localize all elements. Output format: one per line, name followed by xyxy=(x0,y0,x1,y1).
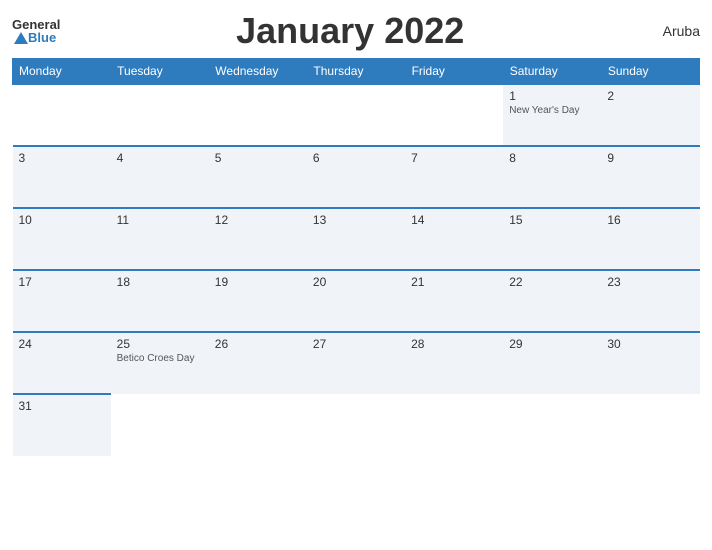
day-cell xyxy=(111,394,209,456)
day-cell: 12 xyxy=(209,208,307,270)
day-number: 30 xyxy=(607,337,693,351)
day-number: 22 xyxy=(509,275,595,289)
col-sunday: Sunday xyxy=(601,59,699,85)
day-cell xyxy=(405,394,503,456)
week-row-5: 31 xyxy=(13,394,700,456)
day-number: 3 xyxy=(19,151,105,165)
day-cell: 7 xyxy=(405,146,503,208)
day-number: 20 xyxy=(313,275,399,289)
day-cell: 13 xyxy=(307,208,405,270)
day-cell: 3 xyxy=(13,146,111,208)
week-row-1: 3456789 xyxy=(13,146,700,208)
day-number: 11 xyxy=(117,213,203,227)
day-cell xyxy=(209,84,307,146)
day-number: 27 xyxy=(313,337,399,351)
calendar-title: January 2022 xyxy=(60,10,640,52)
day-number: 26 xyxy=(215,337,301,351)
day-cell: 31 xyxy=(13,394,111,456)
day-cell: 16 xyxy=(601,208,699,270)
col-saturday: Saturday xyxy=(503,59,601,85)
day-number: 5 xyxy=(215,151,301,165)
holiday-label: New Year's Day xyxy=(509,105,595,116)
day-cell: 23 xyxy=(601,270,699,332)
day-cell: 19 xyxy=(209,270,307,332)
day-cell xyxy=(601,394,699,456)
day-number: 12 xyxy=(215,213,301,227)
day-cell: 9 xyxy=(601,146,699,208)
day-cell: 28 xyxy=(405,332,503,394)
day-number: 10 xyxy=(19,213,105,227)
day-cell: 6 xyxy=(307,146,405,208)
day-cell: 1 New Year's Day xyxy=(503,84,601,146)
day-cell xyxy=(209,394,307,456)
day-number: 21 xyxy=(411,275,497,289)
day-number: 31 xyxy=(19,399,105,413)
day-cell: 5 xyxy=(209,146,307,208)
calendar-table: Monday Tuesday Wednesday Thursday Friday… xyxy=(12,58,700,456)
col-friday: Friday xyxy=(405,59,503,85)
logo-blue-text: Blue xyxy=(28,31,56,44)
day-cell: 21 xyxy=(405,270,503,332)
day-number: 6 xyxy=(313,151,399,165)
day-cell: 29 xyxy=(503,332,601,394)
day-number: 17 xyxy=(19,275,105,289)
day-cell: 2 xyxy=(601,84,699,146)
day-cell xyxy=(13,84,111,146)
day-cell: 15 xyxy=(503,208,601,270)
day-number: 19 xyxy=(215,275,301,289)
logo-triangle-icon xyxy=(14,32,28,44)
day-number: 9 xyxy=(607,151,693,165)
calendar-header: Monday Tuesday Wednesday Thursday Friday… xyxy=(13,59,700,85)
day-number: 8 xyxy=(509,151,595,165)
day-cell: 22 xyxy=(503,270,601,332)
day-number: 25 xyxy=(117,337,203,351)
day-cell: 10 xyxy=(13,208,111,270)
day-cell: 24 xyxy=(13,332,111,394)
day-number: 16 xyxy=(607,213,693,227)
day-cell: 27 xyxy=(307,332,405,394)
logo: General Blue xyxy=(12,18,60,44)
days-of-week-row: Monday Tuesday Wednesday Thursday Friday… xyxy=(13,59,700,85)
day-cell: 18 xyxy=(111,270,209,332)
page-header: General Blue January 2022 Aruba xyxy=(12,10,700,52)
day-cell: 30 xyxy=(601,332,699,394)
day-cell: 26 xyxy=(209,332,307,394)
day-number: 15 xyxy=(509,213,595,227)
day-cell: 14 xyxy=(405,208,503,270)
day-number: 4 xyxy=(117,151,203,165)
day-number: 13 xyxy=(313,213,399,227)
calendar-page: General Blue January 2022 Aruba Monday T… xyxy=(0,0,712,550)
col-tuesday: Tuesday xyxy=(111,59,209,85)
day-number: 18 xyxy=(117,275,203,289)
day-cell: 4 xyxy=(111,146,209,208)
day-cell: 11 xyxy=(111,208,209,270)
col-monday: Monday xyxy=(13,59,111,85)
day-number: 2 xyxy=(607,89,693,103)
day-cell xyxy=(111,84,209,146)
week-row-0: 1 New Year's Day 2 xyxy=(13,84,700,146)
day-number: 23 xyxy=(607,275,693,289)
day-cell xyxy=(307,84,405,146)
day-cell xyxy=(503,394,601,456)
week-row-2: 10 11 12 13 14 15 16 xyxy=(13,208,700,270)
day-number: 1 xyxy=(509,89,595,103)
day-cell: 20 xyxy=(307,270,405,332)
day-number: 7 xyxy=(411,151,497,165)
day-cell: 25 Betico Croes Day xyxy=(111,332,209,394)
day-cell xyxy=(307,394,405,456)
day-number: 14 xyxy=(411,213,497,227)
day-number: 29 xyxy=(509,337,595,351)
week-row-4: 24 25 Betico Croes Day 26 27 28 29 30 xyxy=(13,332,700,394)
week-row-3: 17 18 19 20 21 22 23 xyxy=(13,270,700,332)
col-wednesday: Wednesday xyxy=(209,59,307,85)
day-cell: 8 xyxy=(503,146,601,208)
day-number: 24 xyxy=(19,337,105,351)
country-label: Aruba xyxy=(640,23,700,39)
day-cell xyxy=(405,84,503,146)
holiday-label: Betico Croes Day xyxy=(117,353,203,364)
day-cell: 17 xyxy=(13,270,111,332)
calendar-body: 1New Year's Day2345678910111213141516171… xyxy=(13,84,700,456)
day-number: 28 xyxy=(411,337,497,351)
col-thursday: Thursday xyxy=(307,59,405,85)
